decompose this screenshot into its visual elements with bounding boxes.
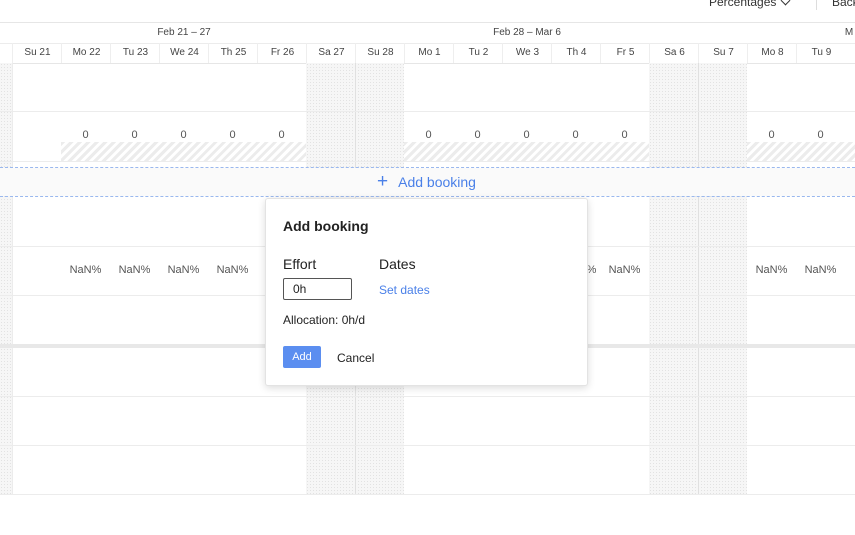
percent-value: NaN% — [608, 264, 641, 276]
allocation-text: Allocation: 0h/d — [283, 313, 366, 327]
capacity-value: 0 — [572, 129, 579, 141]
capacity-hatch — [61, 142, 306, 161]
percent-value: NaN% — [804, 264, 837, 276]
day-label: Fr 26 — [257, 43, 307, 63]
day-label: Su 7 — [698, 43, 748, 63]
day-label: Su 21 — [12, 43, 62, 63]
view-mode-label: Percentages — [709, 0, 777, 9]
day-label: Su 28 — [355, 43, 405, 63]
day-label: We 3 — [502, 43, 552, 63]
toolbar: Percentages Back — [0, 0, 855, 22]
day-label: Tu 9 — [796, 43, 846, 63]
day-label: Fr 5 — [600, 43, 650, 63]
capacity-value: 0 — [621, 129, 628, 141]
day-label: Th 4 — [551, 43, 601, 63]
row-divider — [0, 111, 855, 112]
grid-line — [12, 63, 13, 495]
row-divider — [0, 396, 855, 397]
day-label: Sa 6 — [649, 43, 699, 63]
capacity-value: 0 — [425, 129, 432, 141]
plus-icon: + — [377, 171, 389, 192]
row-divider — [0, 445, 855, 446]
row-divider — [0, 494, 855, 495]
capacity-hatch — [747, 142, 855, 161]
day-label: Mo 1 — [404, 43, 454, 63]
day-label: Tu 23 — [110, 43, 160, 63]
day-label: Th 25 — [208, 43, 258, 63]
percent-value: NaN% — [167, 264, 200, 276]
back-button[interactable]: Back — [832, 0, 855, 9]
cancel-button[interactable]: Cancel — [337, 351, 374, 365]
add-booking-popup: Add booking Effort Dates Set dates Alloc… — [265, 198, 588, 386]
week-label: Feb 28 – Mar 6 — [493, 27, 561, 38]
row-divider — [0, 161, 855, 162]
effort-input[interactable] — [283, 278, 352, 300]
capacity-value: 0 — [229, 129, 236, 141]
view-mode-dropdown[interactable]: Percentages — [709, 0, 791, 9]
week-divider — [698, 63, 699, 495]
capacity-value: 0 — [82, 129, 89, 141]
toolbar-divider — [816, 0, 817, 10]
percent-value: NaN% — [118, 264, 151, 276]
capacity-value: 0 — [474, 129, 481, 141]
dates-label: Dates — [379, 256, 416, 272]
capacity-value: 0 — [817, 129, 824, 141]
capacity-value: 0 — [180, 129, 187, 141]
add-button[interactable]: Add — [283, 346, 321, 368]
effort-label: Effort — [283, 256, 317, 272]
add-row-border-bottom — [0, 196, 855, 197]
set-dates-link[interactable]: Set dates — [379, 283, 430, 297]
capacity-value: 0 — [131, 129, 138, 141]
week-label: M — [844, 27, 854, 38]
percent-value: NaN% — [69, 264, 102, 276]
day-label: Mo 8 — [747, 43, 797, 63]
chevron-down-icon — [780, 0, 791, 5]
add-booking-link[interactable]: + Add booking — [377, 171, 476, 192]
popup-title: Add booking — [283, 218, 369, 234]
capacity-value: 0 — [523, 129, 530, 141]
day-label: Sa 27 — [306, 43, 356, 63]
add-booking-label: Add booking — [398, 174, 476, 190]
day-label: Tu 2 — [453, 43, 503, 63]
day-label: Mo 22 — [61, 43, 111, 63]
capacity-hatch — [404, 142, 649, 161]
percent-value: NaN% — [755, 264, 788, 276]
capacity-value: 0 — [278, 129, 285, 141]
capacity-value: 0 — [768, 129, 775, 141]
day-header: Su 21 Mo 22 Tu 23 We 24 Th 25 Fr 26 Sa 2… — [0, 43, 855, 64]
week-label: Feb 21 – 27 — [157, 27, 211, 38]
weekend-column — [0, 63, 12, 495]
day-label: We 24 — [159, 43, 209, 63]
percent-value: NaN% — [216, 264, 249, 276]
week-header: Feb 21 – 27 Feb 28 – Mar 6 M — [0, 22, 855, 44]
